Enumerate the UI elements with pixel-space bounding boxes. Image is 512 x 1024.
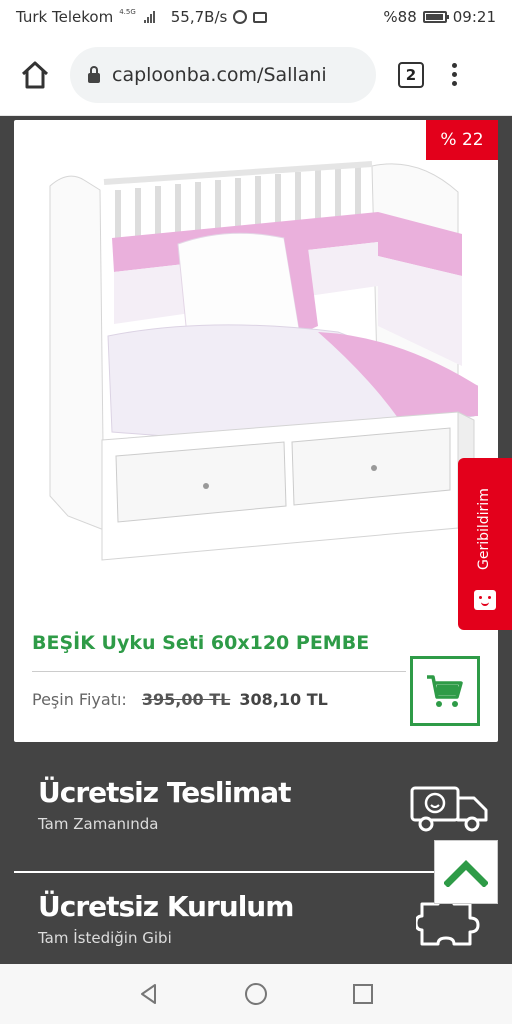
back-icon[interactable] bbox=[137, 982, 161, 1006]
feature-subtitle: Tam İstediğin Gibi bbox=[38, 929, 172, 947]
system-nav-bar bbox=[0, 964, 512, 1024]
home-nav-icon[interactable] bbox=[243, 981, 269, 1007]
network-speed: 55,7B/s bbox=[170, 8, 228, 26]
scroll-to-top-button[interactable] bbox=[434, 840, 498, 904]
status-bar: Turk Telekom 4.5G 55,7B/s %88 09:21 bbox=[0, 0, 512, 34]
lock-icon bbox=[88, 65, 100, 83]
feature-title: Ücretsiz Kurulum bbox=[38, 890, 294, 923]
chevron-up-icon bbox=[444, 860, 488, 887]
feature-free-installation: Ücretsiz Kurulum Tam İstediğin Gibi bbox=[38, 890, 294, 947]
home-button[interactable] bbox=[14, 54, 56, 96]
new-price: 308,10 TL bbox=[239, 690, 328, 709]
cart-icon bbox=[427, 675, 463, 707]
address-bar[interactable]: caploonba.com/Sallani bbox=[70, 46, 376, 103]
feature-free-delivery: Ücretsiz Teslimat Tam Zamanında bbox=[38, 776, 292, 833]
product-image[interactable] bbox=[38, 156, 478, 596]
smiley-icon bbox=[474, 590, 496, 610]
recents-icon[interactable] bbox=[351, 982, 375, 1006]
battery-icon bbox=[422, 11, 449, 23]
add-to-cart-button[interactable] bbox=[410, 656, 480, 726]
old-price: 395,00 TL bbox=[141, 690, 231, 709]
product-card[interactable]: % 22 BEŞİK Uyku Seti 60x120 PEMBE Peşin … bbox=[14, 120, 498, 742]
network-type: 4.5G bbox=[119, 8, 136, 16]
discount-badge: % 22 bbox=[426, 120, 498, 160]
feature-subtitle: Tam Zamanında bbox=[38, 815, 159, 833]
more-vert-icon[interactable] bbox=[452, 63, 457, 86]
signal-icon bbox=[143, 11, 155, 23]
notification-icon bbox=[253, 11, 268, 23]
tab-switcher-button[interactable]: 2 bbox=[398, 61, 424, 88]
home-icon bbox=[21, 61, 49, 88]
feature-title: Ücretsiz Teslimat bbox=[38, 776, 292, 809]
browser-toolbar: caploonba.com/Sallani 2 bbox=[0, 34, 512, 116]
product-title[interactable]: BEŞİK Uyku Seti 60x120 PEMBE bbox=[32, 632, 369, 654]
clock: 09:21 bbox=[452, 8, 496, 26]
battery-percent: %88 bbox=[383, 8, 417, 26]
page-content: % 22 BEŞİK Uyku Seti 60x120 PEMBE Peşin … bbox=[0, 116, 512, 964]
whatsapp-icon bbox=[233, 10, 248, 24]
puzzle-icon bbox=[416, 898, 480, 946]
carrier-name: Turk Telekom bbox=[16, 8, 114, 26]
url-text: caploonba.com/Sallani bbox=[112, 63, 327, 86]
delivery-truck-icon bbox=[410, 786, 488, 832]
title-divider bbox=[32, 671, 406, 672]
price-label: Peşin Fiyatı: bbox=[32, 690, 127, 709]
price-row: Peşin Fiyatı: 395,00 TL 308,10 TL bbox=[32, 690, 328, 709]
feedback-label: Geribildirim bbox=[476, 488, 492, 570]
feature-divider bbox=[14, 871, 498, 873]
feedback-tab[interactable]: Geribildirim bbox=[458, 458, 512, 630]
